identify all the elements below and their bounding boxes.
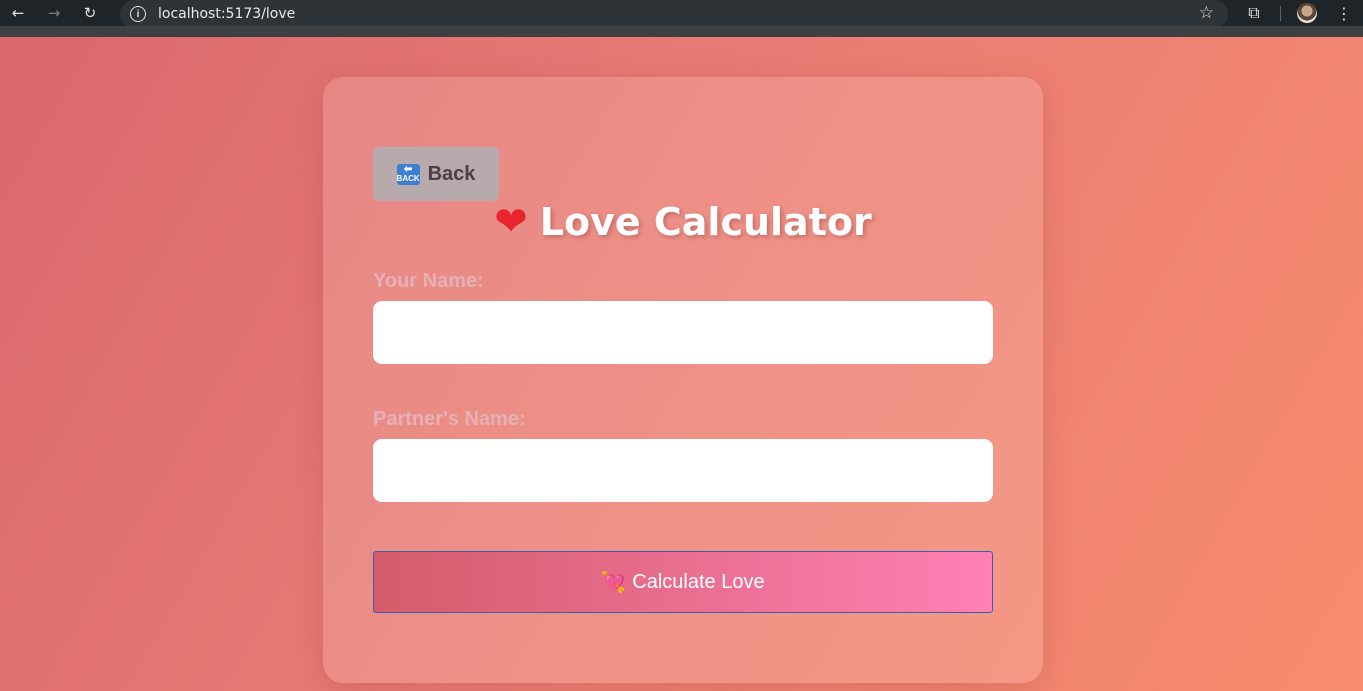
address-bar[interactable]: i localhost:5173/love ☆ <box>120 0 1228 28</box>
partner-name-label: Partner's Name: <box>373 408 526 430</box>
red-heart-icon: ❤ <box>494 199 528 245</box>
bookmark-star-icon[interactable]: ☆ <box>1199 3 1214 23</box>
site-info-icon[interactable]: i <box>130 6 146 22</box>
heart-with-arrow-icon: 💘 <box>601 570 627 594</box>
toolbar-divider <box>1280 6 1281 21</box>
partner-name-input[interactable] <box>373 439 993 502</box>
back-button[interactable]: ⬅ BACK Back <box>373 147 499 201</box>
profile-avatar[interactable] <box>1297 3 1317 23</box>
back-nav-icon[interactable]: ← <box>0 0 36 26</box>
page-background: ⬅ BACK Back ❤ Love Calculator Your Name:… <box>0 37 1363 691</box>
browser-strip <box>0 26 1363 37</box>
page-title: ❤ Love Calculator <box>323 199 1043 245</box>
back-arrow-emoji-icon: ⬅ BACK <box>396 163 420 185</box>
extensions-icon[interactable]: ⧉ <box>1243 2 1265 24</box>
back-button-label: Back <box>427 162 476 185</box>
reload-icon[interactable]: ↻ <box>72 0 108 26</box>
url-text[interactable]: localhost:5173/love <box>158 6 295 22</box>
forward-nav-icon[interactable]: → <box>36 0 72 26</box>
back-icon-text: BACK <box>396 174 420 183</box>
your-name-label: Your Name: <box>373 270 484 292</box>
love-calculator-card: ⬅ BACK Back ❤ Love Calculator Your Name:… <box>323 77 1043 683</box>
browser-toolbar: ← → ↻ i localhost:5173/love ☆ ⧉ ⋮ <box>0 0 1363 28</box>
calculate-love-label: Calculate Love <box>632 570 765 593</box>
page-title-text: Love Calculator <box>539 200 872 244</box>
browser-menu-icon[interactable]: ⋮ <box>1334 2 1354 24</box>
your-name-input[interactable] <box>373 301 993 364</box>
calculate-love-button[interactable]: 💘 Calculate Love <box>373 551 993 613</box>
